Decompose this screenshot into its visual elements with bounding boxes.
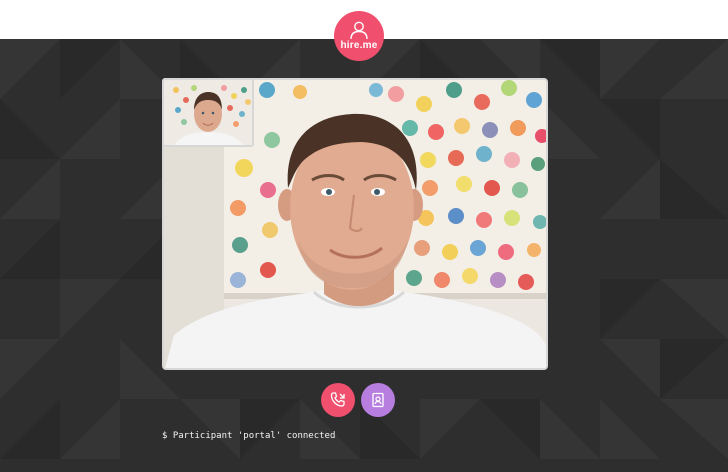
person-silhouette-icon bbox=[350, 21, 368, 40]
hire-me-logo[interactable]: hire.me bbox=[334, 11, 384, 61]
phone-hangup-icon bbox=[330, 392, 345, 407]
self-preview-video bbox=[164, 80, 252, 145]
self-preview[interactable] bbox=[162, 78, 254, 147]
contact-card-button[interactable] bbox=[361, 383, 395, 417]
hangup-button[interactable] bbox=[321, 383, 355, 417]
contact-card-icon bbox=[372, 392, 384, 408]
logo-text: hire.me bbox=[340, 40, 378, 51]
console-message: $ Participant 'portal' connected bbox=[162, 431, 336, 441]
